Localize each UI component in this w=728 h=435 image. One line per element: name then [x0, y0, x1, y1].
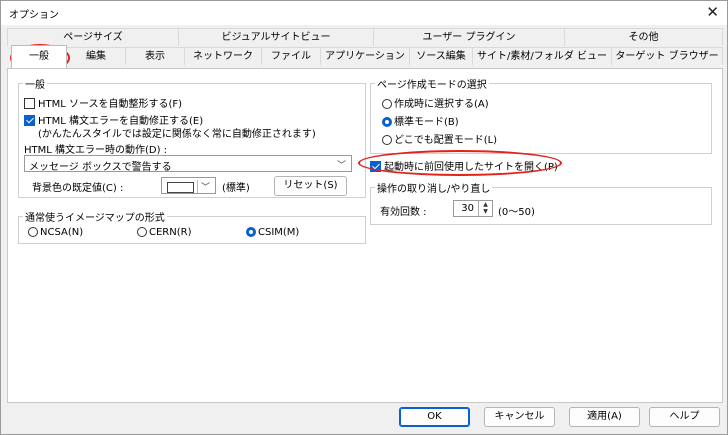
tab-panel-general: 一般 HTML ソースを自動整形する(F) HTML 構文エラーを自動修正する(…	[7, 68, 723, 403]
tab-strip: ページサイズ ビジュアルサイトビュー ユーザー プラグイン その他 一般 編集 …	[1, 25, 727, 69]
tab-application[interactable]: アプリケーション	[320, 47, 409, 65]
pagemode-option-anywhere[interactable]: どこでも配置モード(L)	[382, 131, 497, 146]
undo-range-note: (0〜50)	[498, 207, 535, 218]
options-dialog: オプション ✕ ページサイズ ビジュアルサイトビュー ユーザー プラグイン その…	[0, 0, 728, 435]
open-last-site-option[interactable]: 起動時に前回使用したサイトを開く(P)	[370, 158, 558, 173]
reset-button[interactable]: リセット(S)	[274, 176, 347, 196]
imagemap-option-cern[interactable]: CERN(R)	[137, 227, 191, 238]
imagemap-legend: 通常使うイメージマップの形式	[25, 213, 165, 224]
anywhere-label: どこでも配置モード(L)	[394, 135, 498, 146]
undo-legend: 操作の取り消し/やり直し	[377, 184, 491, 195]
ncsa-radio[interactable]	[28, 227, 38, 237]
tab-user-plugin[interactable]: ユーザー プラグイン	[373, 28, 564, 46]
ask-radio[interactable]	[382, 99, 392, 109]
spin-arrows-icon[interactable]: ▲ ▼	[478, 201, 492, 216]
auto-format-option[interactable]: HTML ソースを自動整形する(F)	[24, 95, 182, 110]
tab-page-size[interactable]: ページサイズ	[7, 28, 178, 46]
bgcolor-default-value: (標準)	[222, 183, 250, 194]
tab-general[interactable]: 一般	[11, 45, 67, 68]
standard-radio[interactable]	[382, 117, 392, 127]
tab-view[interactable]: 表示	[125, 47, 184, 65]
anywhere-radio[interactable]	[382, 135, 392, 145]
error-action-select[interactable]: メッセージ ボックスで警告する ﹀	[24, 155, 352, 173]
standard-label: 標準モード(B)	[394, 117, 459, 128]
apply-button[interactable]: 適用(A)	[569, 407, 640, 427]
general-legend: 一般	[25, 80, 45, 91]
csim-radio[interactable]	[246, 227, 256, 237]
color-swatch	[167, 182, 194, 193]
tab-network[interactable]: ネットワーク	[184, 47, 261, 65]
tab-target-browser[interactable]: ターゲット ブラウザー	[611, 47, 723, 65]
ncsa-label: NCSA(N)	[40, 227, 84, 238]
error-action-value: メッセージ ボックスで警告する	[29, 162, 172, 173]
chevron-down-icon: ﹀	[336, 161, 346, 171]
open-last-site-label: 起動時に前回使用したサイトを開く(P)	[384, 162, 558, 173]
error-action-label: HTML 構文エラー時の動作(D) :	[24, 145, 168, 156]
open-last-site-checkbox[interactable]	[370, 161, 381, 172]
undo-count-label: 有効回数 :	[380, 207, 427, 218]
cern-label: CERN(R)	[149, 227, 192, 238]
csim-label: CSIM(M)	[258, 227, 300, 238]
tab-file[interactable]: ファイル	[261, 47, 320, 65]
auto-format-label: HTML ソースを自動整形する(F)	[38, 99, 183, 110]
tab-visual-site-view[interactable]: ビジュアルサイトビュー	[178, 28, 373, 46]
pagemode-option-standard[interactable]: 標準モード(B)	[382, 113, 459, 128]
tab-site-folder-view[interactable]: サイト/素材/フォルダ ビュー	[472, 47, 611, 65]
pagemode-option-ask[interactable]: 作成時に選択する(A)	[382, 95, 489, 110]
pagemode-legend: ページ作成モードの選択	[377, 80, 487, 91]
undo-count-value: 30	[461, 203, 474, 214]
auto-format-checkbox[interactable]	[24, 98, 35, 109]
bgcolor-picker[interactable]: ﹀	[161, 177, 216, 194]
tab-source-edit[interactable]: ソース編集	[409, 47, 472, 65]
undo-count-stepper[interactable]: 30 ▲ ▼	[453, 200, 493, 217]
ask-label: 作成時に選択する(A)	[394, 99, 489, 110]
title-bar: オプション ✕	[1, 1, 727, 25]
window-title: オプション	[9, 10, 59, 21]
ok-button[interactable]: OK	[399, 407, 470, 427]
cern-radio[interactable]	[137, 227, 147, 237]
imagemap-option-csim[interactable]: CSIM(M)	[246, 227, 299, 238]
cancel-button[interactable]: キャンセル	[484, 407, 555, 427]
auto-fix-note: (かんたんスタイルでは設定に関係なく常に自動修正されます)	[38, 129, 316, 140]
tab-edit[interactable]: 編集	[66, 47, 125, 65]
close-icon[interactable]: ✕	[706, 3, 719, 21]
auto-fix-checkbox[interactable]	[24, 115, 35, 126]
bgcolor-label: 背景色の既定値(C) :	[32, 183, 124, 194]
chevron-down-icon: ﹀	[196, 180, 210, 193]
tab-other[interactable]: その他	[564, 28, 723, 46]
help-button[interactable]: ヘルプ	[649, 407, 720, 427]
imagemap-option-ncsa[interactable]: NCSA(N)	[28, 227, 83, 238]
